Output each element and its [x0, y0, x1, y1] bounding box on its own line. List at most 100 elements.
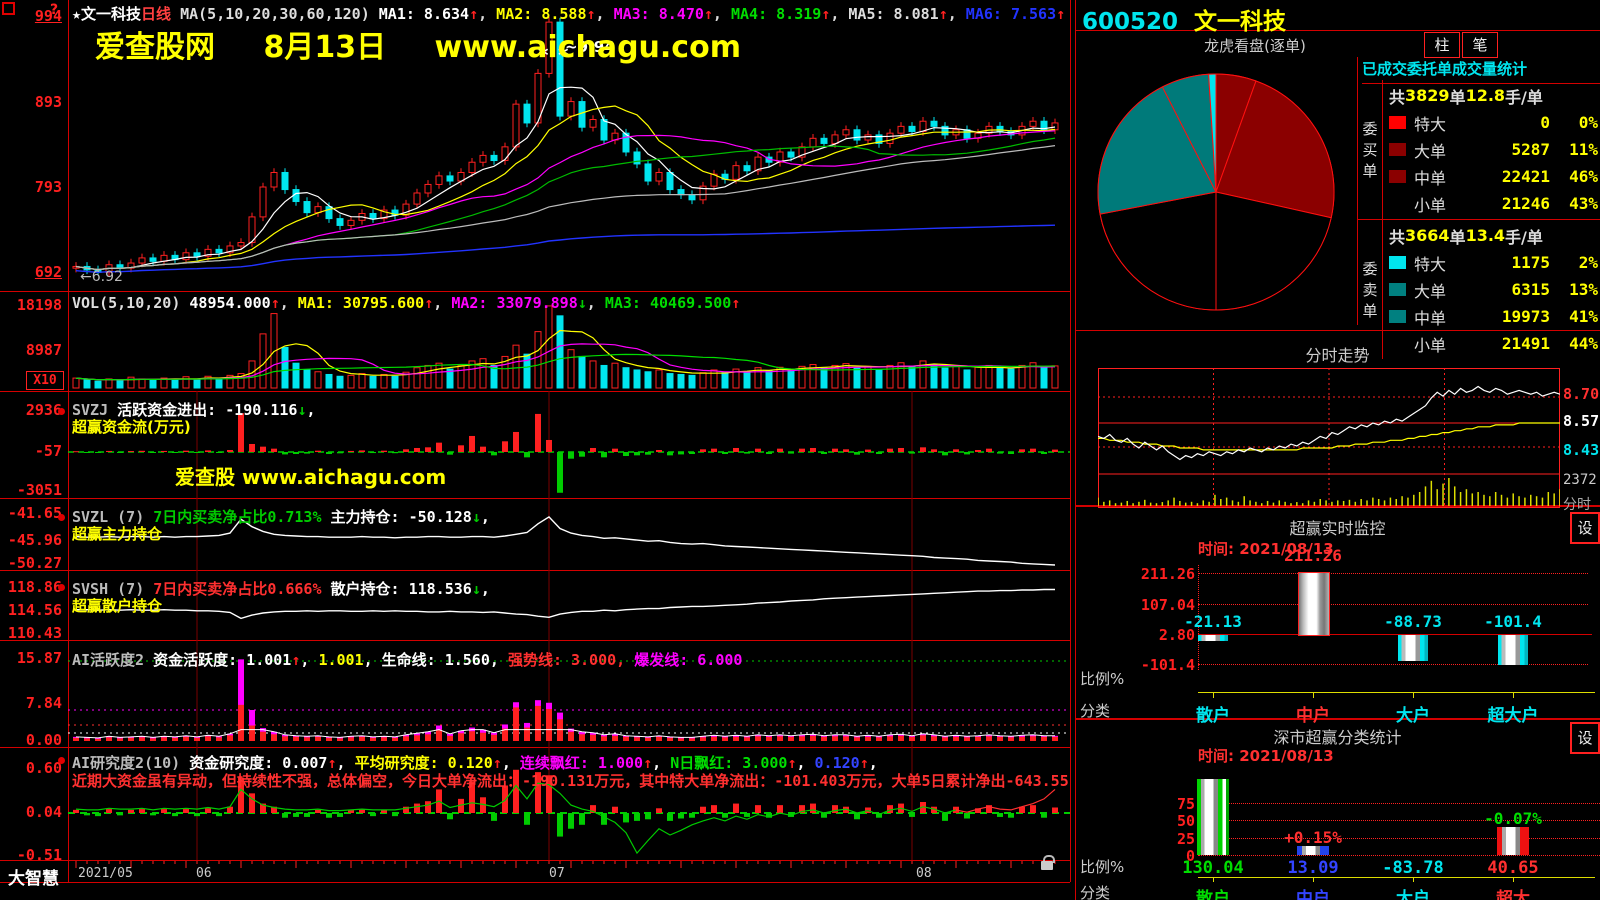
- order-type-swatch: [1389, 310, 1406, 323]
- volume-multiplier: X10: [26, 371, 64, 390]
- shen-category: 中户: [1268, 884, 1358, 900]
- low-annotation: ←6.92: [80, 269, 123, 285]
- monitor-category: 超大户: [1468, 701, 1558, 726]
- orders-row: 中单2242146%: [1389, 163, 1598, 190]
- header-span: ↑: [271, 294, 280, 312]
- order-type-swatch: [1389, 256, 1406, 269]
- shen-value: 40.65: [1468, 858, 1558, 878]
- shen-bar-0: [1197, 779, 1229, 855]
- header-span: 资金活跃度: 1.001: [153, 651, 291, 669]
- axis-label: 793: [0, 179, 62, 195]
- watermark: 爱查股网 8月13日 www.aichagu.com: [95, 22, 741, 66]
- header-span: ★文一科技: [72, 5, 141, 23]
- header-span: ,: [300, 651, 318, 669]
- app-brand: 大智慧: [8, 864, 59, 889]
- header-span: ,: [596, 5, 614, 23]
- pen-mode-button[interactable]: 笔: [1462, 32, 1498, 58]
- axis-label: 7.84: [0, 695, 62, 711]
- orders-summary: 共 3829单 12.8手/单: [1389, 82, 1598, 109]
- order-type-swatch: [1389, 116, 1406, 129]
- monitor-bar-2: [1398, 635, 1428, 661]
- monitor-title: 超赢实时监控: [1075, 515, 1600, 539]
- axis-label: -57: [0, 443, 62, 459]
- monitor-category: 大户: [1368, 701, 1458, 726]
- intraday-chart: [1098, 368, 1560, 508]
- shen-title: 深市超赢分类统计: [1075, 724, 1600, 748]
- shen-annotation: -0.07%: [1468, 809, 1558, 828]
- header-span: ↑: [731, 294, 740, 312]
- shen-category: 大户: [1368, 884, 1458, 900]
- header-span: ↑: [939, 5, 948, 23]
- header-span: ,: [280, 294, 298, 312]
- header-span: ,: [364, 651, 382, 669]
- app-window: ? X10 **~9.94←6.92 ★文一科技日线 MA(5,10,20,30…: [0, 0, 1600, 900]
- axis-label: 0.00: [0, 732, 62, 748]
- monitor-value: -88.73: [1368, 612, 1458, 631]
- shen-left-label-1: 比例%: [1080, 856, 1124, 877]
- shen-settings-button[interactable]: 设: [1570, 722, 1600, 754]
- ai-research-comment: 近期大资金虽有异动，但持续性不强，总体偏空，今日大单净流出：-190.131万元…: [72, 770, 1068, 791]
- axis-label: -0.51: [0, 847, 62, 863]
- bar-mode-button[interactable]: 柱: [1424, 32, 1460, 58]
- axis-label: 15.87: [0, 650, 62, 666]
- panel-marker: [58, 584, 65, 591]
- order-type-swatch: [1389, 283, 1406, 296]
- header-span: 主力持仓: -50.128: [331, 508, 472, 526]
- volume-header: VOL(5,10,20) 48954.000↑, MA1: 30795.600↑…: [72, 294, 740, 312]
- shen-ylabel: 25: [1135, 830, 1195, 848]
- orders-block-sell: 委卖单共 3664单 13.4手/单特大11752%大单631513%中单199…: [1358, 219, 1600, 359]
- header-span: ,: [478, 5, 496, 23]
- axis-label: -45.96: [0, 532, 62, 548]
- header-span: MA3: 40469.500: [605, 294, 731, 312]
- orders-side-label: 委买单: [1358, 80, 1383, 219]
- axis-label: 110.43: [0, 625, 62, 641]
- monitor-zero-line: [1198, 634, 1592, 635]
- header-span: ,: [948, 5, 966, 23]
- intraday-price-label: 8.57: [1563, 412, 1599, 430]
- order-type-swatch: [1389, 170, 1406, 183]
- header-span: ,: [433, 294, 451, 312]
- header-span: ↑: [821, 5, 830, 23]
- order-type-swatch: [1389, 143, 1406, 156]
- orders-row: 特大11752%: [1389, 249, 1598, 276]
- shen-category: 散户: [1168, 884, 1258, 900]
- shen-baseline: [1198, 877, 1595, 878]
- header-span: ,: [713, 5, 731, 23]
- axis-label: 18198: [0, 297, 62, 313]
- right-panel-border: [1075, 0, 1076, 900]
- header-span: 日线: [141, 5, 171, 23]
- header-span: ↓: [472, 508, 481, 526]
- shen-annotation: +0.15%: [1268, 828, 1358, 847]
- axis-label: 2936: [0, 402, 62, 418]
- header-span: ,: [587, 294, 605, 312]
- orders-block-buy: 委买单共 3829单 12.8手/单特大00%大单528711%中单224214…: [1358, 80, 1600, 219]
- header-span: MA4: 8.319: [731, 5, 821, 23]
- header-span: ↑: [1056, 5, 1065, 23]
- monitor-value: 211.26: [1268, 546, 1358, 565]
- axis-label: 114.56: [0, 602, 62, 618]
- shen-ylabel: 75: [1135, 795, 1195, 813]
- separator: [0, 882, 1070, 883]
- header-span: MA1: 30795.600: [298, 294, 424, 312]
- shen-category: 超大: [1468, 884, 1558, 900]
- monitor-value: -21.13: [1168, 612, 1258, 631]
- header-span: ,: [830, 5, 848, 23]
- header-span: 48954.000: [189, 294, 270, 312]
- header-span: ,: [481, 508, 490, 526]
- watermark-site: 爱查股网: [95, 30, 215, 65]
- header-span: ↑: [586, 5, 595, 23]
- stock-code: 600520: [1082, 9, 1178, 35]
- monitor-category: 中户: [1268, 701, 1358, 726]
- orders-table: 委买单共 3829单 12.8手/单特大00%大单528711%中单224214…: [1358, 80, 1600, 359]
- orders-row: 小单2124643%: [1389, 190, 1598, 217]
- monitor-settings-button[interactable]: 设: [1570, 512, 1600, 544]
- timeline-label: 2021/05: [78, 866, 133, 881]
- order-type-swatch: [1389, 197, 1406, 210]
- stock-name: 文一科技: [1194, 9, 1286, 35]
- header-span: 1.001: [318, 651, 363, 669]
- lock-icon-body[interactable]: [1041, 861, 1053, 870]
- panel-marker: [58, 757, 65, 764]
- monitor-ylabel: 211.26: [1135, 565, 1195, 583]
- order-pie-chart: [1086, 62, 1346, 322]
- axis-label: 118.86: [0, 579, 62, 595]
